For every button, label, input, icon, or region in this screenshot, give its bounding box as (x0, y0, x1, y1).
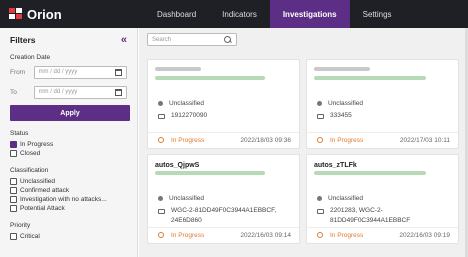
to-date-placeholder: mm / dd / yyyy (38, 89, 78, 95)
ids-text: WGC-2-81DD49F0C3944A1EBBCF, 24E6D860 (171, 207, 277, 224)
filters-title: Filters (10, 35, 36, 45)
card-date: 2022/17/03 10:11 (399, 136, 450, 144)
redacted-title (155, 67, 201, 71)
main-nav: Dashboard Indicators Investigations Sett… (144, 0, 405, 28)
search-input[interactable]: Search (147, 33, 237, 46)
orion-logo-icon (9, 8, 22, 19)
investigations-panel: Search Unclassified 1912270090 In Progre… (139, 28, 468, 257)
top-navbar: Orion Dashboard Indicators Investigation… (0, 0, 468, 28)
option-label: Unclassified (20, 178, 56, 185)
redacted-email (155, 76, 265, 80)
status-text: In Progress (171, 136, 205, 144)
classification-text: Unclassified (169, 100, 205, 107)
option-label: Closed (20, 150, 41, 157)
tab-settings[interactable]: Settings (350, 0, 405, 28)
folder-icon (317, 209, 324, 214)
classification-text: Unclassified (328, 100, 364, 107)
checkbox[interactable] (10, 178, 17, 185)
classification-dot-icon (158, 196, 163, 201)
checkbox[interactable] (10, 205, 17, 212)
card-date: 2022/18/03 09:36 (240, 136, 291, 144)
apply-button[interactable]: Apply (10, 105, 130, 121)
calendar-icon[interactable] (115, 68, 122, 76)
classification-dot-icon (317, 101, 322, 106)
option-label: Investigation with no attacks... (20, 196, 107, 203)
priority-filter-label: Priority (10, 222, 31, 229)
double-chevron-left-icon[interactable]: « (121, 34, 127, 46)
redacted-email (155, 171, 265, 175)
status-filter-label: Status (10, 130, 29, 137)
classification-option-no-attacks[interactable]: Investigation with no attacks... (10, 195, 127, 204)
folder-icon (317, 114, 324, 119)
investigation-card[interactable]: Unclassified 333455 In Progress 2022/17/… (306, 59, 459, 149)
card-date: 2022/16/03 09:14 (240, 231, 291, 239)
card-title[interactable]: autos_zTLFk (314, 162, 357, 169)
from-label: From (10, 68, 26, 76)
checkbox[interactable] (10, 141, 17, 148)
from-date-input[interactable]: mm / dd / yyyy (33, 65, 127, 79)
status-text: In Progress (330, 136, 364, 144)
calendar-icon[interactable] (115, 88, 122, 96)
from-date-placeholder: mm / dd / yyyy (38, 69, 78, 75)
clock-icon (158, 232, 164, 238)
logo-text: Orion (27, 6, 62, 22)
tab-indicators[interactable]: Indicators (209, 0, 270, 28)
checkbox[interactable] (10, 187, 17, 194)
creation-date-label: Creation Date (10, 54, 51, 61)
classification-text: Unclassified (328, 195, 364, 202)
to-label: To (10, 88, 17, 96)
to-date-input[interactable]: mm / dd / yyyy (33, 85, 127, 99)
card-date: 2022/16/03 09:19 (399, 231, 450, 239)
status-option-closed[interactable]: Closed (10, 149, 127, 158)
ids-text: 333455 (330, 112, 352, 119)
classification-option-unclassified[interactable]: Unclassified (10, 177, 127, 186)
clock-icon (158, 137, 164, 143)
status-option-in-progress[interactable]: In Progress (10, 140, 127, 149)
checkbox[interactable] (10, 233, 17, 240)
tab-dashboard[interactable]: Dashboard (144, 0, 209, 28)
ids-text: 2201283, WGC-2-81DD49F0C3944A1EBBCF (330, 207, 411, 224)
folder-icon (158, 114, 165, 119)
priority-option-critical[interactable]: Critical (10, 232, 127, 241)
search-placeholder: Search (152, 36, 172, 43)
classification-option-potential-attack[interactable]: Potential Attack (10, 204, 127, 213)
clock-icon (317, 232, 323, 238)
checkbox[interactable] (10, 196, 17, 203)
checkbox[interactable] (10, 150, 17, 157)
option-label: Critical (20, 233, 40, 240)
investigation-card[interactable]: Unclassified 1912270090 In Progress 2022… (147, 59, 300, 149)
redacted-title (314, 67, 370, 71)
investigation-card[interactable]: autos_QjpwS Unclassified WGC-2-81DD49F0C… (147, 154, 300, 244)
filters-sidebar: Filters « Creation Date From mm / dd / y… (0, 28, 138, 257)
app-logo[interactable]: Orion (8, 7, 138, 22)
classification-dot-icon (158, 101, 163, 106)
redacted-email (314, 76, 426, 80)
search-icon[interactable] (224, 35, 232, 44)
classification-filter-label: Classification (10, 167, 49, 174)
option-label: Confirmed attack (20, 187, 70, 194)
redacted-email (314, 171, 426, 175)
option-label: Potential Attack (20, 205, 65, 212)
status-text: In Progress (171, 231, 205, 239)
option-label: In Progress (20, 141, 54, 148)
folder-icon (158, 209, 165, 214)
ids-text: 1912270090 (171, 112, 208, 119)
card-title[interactable]: autos_QjpwS (155, 162, 199, 169)
classification-option-confirmed-attack[interactable]: Confirmed attack (10, 186, 127, 195)
investigation-card[interactable]: autos_zTLFk Unclassified 2201283, WGC-2-… (306, 154, 459, 244)
clock-icon (317, 137, 323, 143)
classification-text: Unclassified (169, 195, 205, 202)
tab-investigations[interactable]: Investigations (269, 0, 350, 28)
classification-dot-icon (317, 196, 322, 201)
status-text: In Progress (330, 231, 364, 239)
